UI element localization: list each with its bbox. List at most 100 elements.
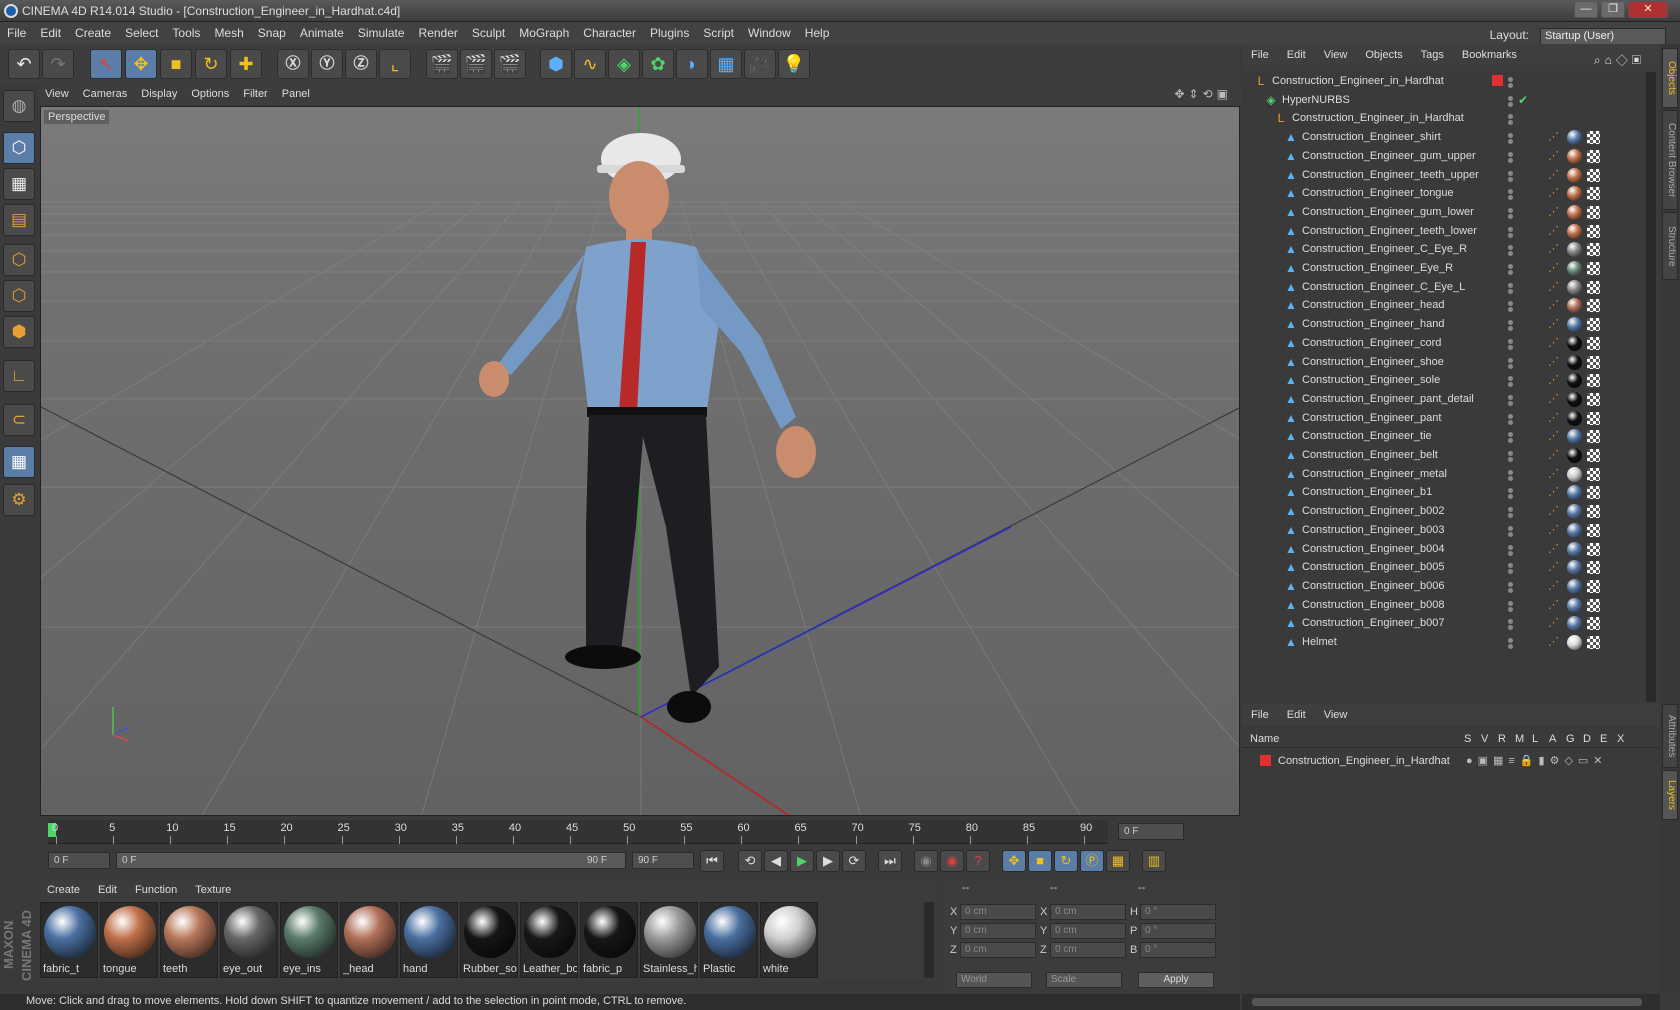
layer-column-flag[interactable]: L [1532,733,1538,745]
layout-dropdown[interactable]: Startup (User) [1540,28,1666,45]
material-swatch[interactable]: eye_out [220,902,278,978]
visibility-dots[interactable] [1508,169,1518,183]
object-row[interactable]: ▲ Construction_Engineer_metal ⋰ [1242,465,1644,485]
subdivision-surface-icon[interactable]: ◈ [608,49,640,79]
material-tag-icon[interactable] [1567,223,1582,239]
object-row[interactable]: ▲ Construction_Engineer_head ⋰ [1242,296,1644,316]
visibility-dots[interactable] [1508,505,1518,519]
uvw-tag-icon[interactable] [1587,280,1600,294]
menu-render[interactable]: Render [412,22,465,40]
object-row[interactable]: ▲ Construction_Engineer_pant ⋰ [1242,409,1644,429]
key-scale-icon[interactable]: ■ [1028,850,1052,872]
render-picture-viewer-icon[interactable]: 🎬 [460,49,492,79]
menu-simulate[interactable]: Simulate [351,22,412,40]
object-row[interactable]: ▲ Construction_Engineer_b007 ⋰ [1242,614,1644,634]
texture-mode-icon[interactable]: ▦ [3,168,35,200]
menu-select[interactable]: Select [118,22,165,40]
tab-layers[interactable]: Layers [1662,770,1678,820]
phong-tag-icon[interactable]: ⋰ [1548,411,1562,425]
phong-tag-icon[interactable]: ⋰ [1548,523,1562,537]
layer-column-flag[interactable]: V [1481,733,1488,745]
object-row[interactable]: ▲ Construction_Engineer_b003 ⋰ [1242,521,1644,541]
phong-tag-icon[interactable]: ⋰ [1548,448,1562,462]
object-row[interactable]: ▲ Construction_Engineer_C_Eye_L ⋰ [1242,278,1644,298]
move-tool-icon[interactable]: ✥ [125,49,157,79]
material-tag-icon[interactable] [1567,354,1582,370]
layer-row[interactable]: Construction_Engineer_in_Hardhat ●▣▦≡🔒▮⚙… [1250,752,1650,770]
visibility-dots[interactable] [1508,337,1518,351]
object-row[interactable]: L Construction_Engineer_in_Hardhat [1242,109,1644,129]
menu-snap[interactable]: Snap [251,22,293,40]
material-tag-icon[interactable] [1567,204,1582,220]
phong-tag-icon[interactable]: ⋰ [1548,560,1562,574]
phong-tag-icon[interactable]: ⋰ [1548,542,1562,556]
phong-tag-icon[interactable]: ⋰ [1548,186,1562,200]
uvw-tag-icon[interactable] [1587,392,1600,406]
maximize-button[interactable]: ❐ [1601,1,1625,18]
visibility-dots[interactable] [1508,206,1518,220]
key-point-level-icon[interactable]: ▦ [1106,850,1130,872]
coord-value-field[interactable]: 0 ° [1140,923,1216,939]
phong-tag-icon[interactable]: ⋰ [1548,168,1562,182]
menu-edit[interactable]: Edit [33,22,68,40]
visibility-dots[interactable] [1508,356,1518,370]
object-row[interactable]: ▲ Construction_Engineer_shoe ⋰ [1242,353,1644,373]
go-to-start-icon[interactable]: ⏮ [700,850,724,872]
visibility-dots[interactable] [1508,449,1518,463]
object-menu-bookmarks[interactable]: Bookmarks [1453,44,1526,61]
phong-tag-icon[interactable]: ⋰ [1548,261,1562,275]
phong-tag-icon[interactable]: ⋰ [1548,242,1562,256]
material-tag-icon[interactable] [1567,597,1582,613]
recent-tool-icon[interactable]: ✚ [230,49,262,79]
enabled-check-icon[interactable]: ✔ [1518,93,1528,107]
object-row[interactable]: ▲ Construction_Engineer_sole ⋰ [1242,371,1644,391]
material-tag-icon[interactable] [1567,616,1582,632]
material-tag-icon[interactable] [1567,242,1582,258]
uvw-tag-icon[interactable] [1587,355,1600,369]
uvw-tag-icon[interactable] [1587,617,1600,631]
material-tag-icon[interactable] [1567,335,1582,351]
close-button[interactable]: ✕ [1628,1,1668,18]
material-swatch[interactable]: tongue [100,902,158,978]
phong-tag-icon[interactable]: ⋰ [1548,336,1562,350]
phong-tag-icon[interactable]: ⋰ [1548,429,1562,443]
layer-menu-file[interactable]: File [1242,704,1278,721]
layer-menu-view[interactable]: View [1315,704,1357,721]
object-row[interactable]: ▲ Construction_Engineer_b004 ⋰ [1242,540,1644,560]
object-row[interactable]: ▲ Construction_Engineer_b1 ⋰ [1242,483,1644,503]
current-frame-field[interactable]: 0 F [1118,823,1184,840]
menu-help[interactable]: Help [798,22,837,40]
object-row[interactable]: ▲ Construction_Engineer_teeth_upper ⋰ [1242,166,1644,186]
object-row[interactable]: ▲ Construction_Engineer_b005 ⋰ [1242,558,1644,578]
object-row[interactable]: ▲ Construction_Engineer_b006 ⋰ [1242,577,1644,597]
layer-column-flag[interactable]: R [1498,733,1506,745]
visibility-dots[interactable] [1508,524,1518,538]
array-object-icon[interactable]: ✿ [642,49,674,79]
phong-tag-icon[interactable]: ⋰ [1548,224,1562,238]
coord-value-field[interactable]: 0 ° [1140,904,1216,920]
minimize-button[interactable]: — [1574,1,1598,18]
coordinate-system-icon[interactable]: ⌞ [379,49,411,79]
scale-tool-icon[interactable]: ■ [160,49,192,79]
visibility-dots[interactable] [1508,150,1518,164]
layer-menu-edit[interactable]: Edit [1278,704,1315,721]
viewport-menu-filter[interactable]: Filter [236,84,274,100]
uvw-tag-icon[interactable] [1587,318,1600,332]
material-tag-icon[interactable] [1567,541,1582,557]
viewport-menu-options[interactable]: Options [184,84,236,100]
object-row[interactable]: ▲ Construction_Engineer_hand ⋰ [1242,315,1644,335]
phong-tag-icon[interactable]: ⋰ [1548,373,1562,387]
visibility-dots[interactable] [1508,225,1518,239]
material-swatch[interactable]: Stainless_h [640,902,698,978]
phong-tag-icon[interactable]: ⋰ [1548,149,1562,163]
phong-tag-icon[interactable]: ⋰ [1548,317,1562,331]
material-tag-icon[interactable] [1567,130,1582,146]
phong-tag-icon[interactable]: ⋰ [1548,579,1562,593]
object-row[interactable]: ▲ Construction_Engineer_tongue ⋰ [1242,184,1644,204]
material-swatch[interactable]: fabric_p [580,902,638,978]
material-swatch[interactable]: hand [400,902,458,978]
visibility-dots[interactable] [1508,75,1518,89]
object-search-icon[interactable]: ⌕⌂◇▣ [1585,48,1654,68]
uvw-tag-icon[interactable] [1587,262,1600,275]
menu-tools[interactable]: Tools [165,22,207,40]
